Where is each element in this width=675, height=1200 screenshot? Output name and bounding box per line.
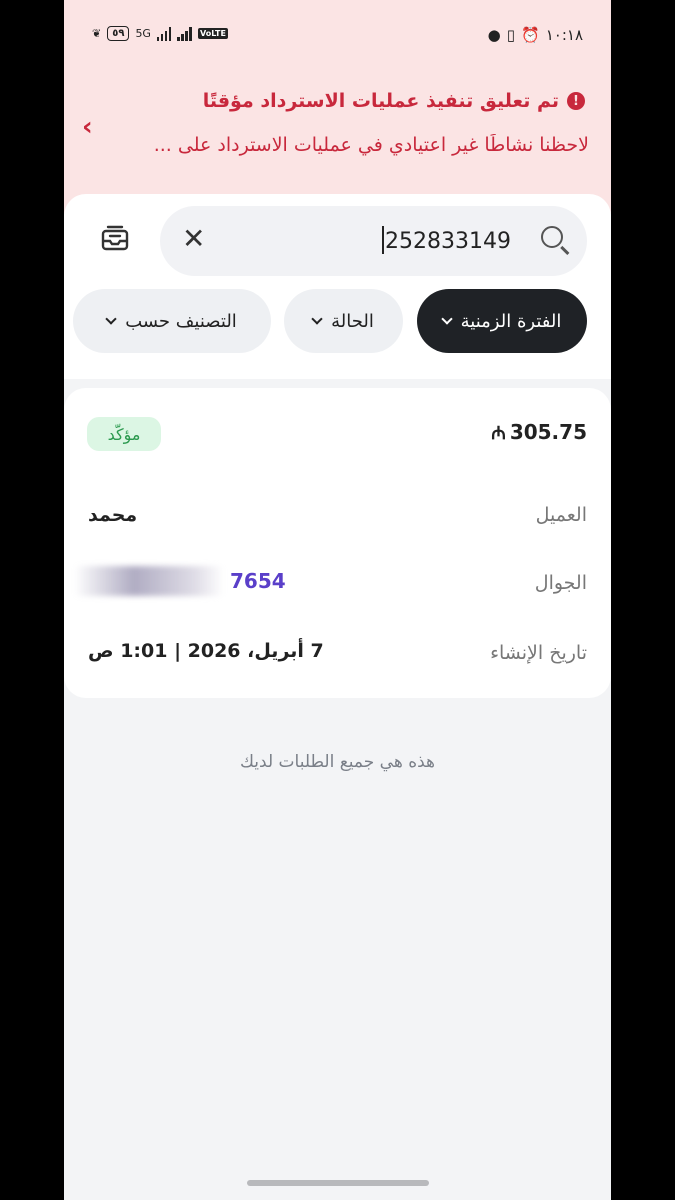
home-indicator[interactable] [247,1180,429,1186]
customer-label: العميل [535,504,587,526]
search-input[interactable]: 252833149 ✕ [160,206,587,276]
chevron-down-icon [311,313,323,325]
signal-icon [156,26,172,41]
search-filter-panel: 252833149 ✕ الفترة الزمنية الحالة التصني… [64,194,611,379]
vibrate-icon: ▯ [506,26,516,44]
network-label: 5G [135,27,151,40]
alarm-icon: ⏰ [521,26,540,44]
search-input-value: 252833149 [382,226,511,254]
chevron-down-icon [105,313,117,325]
order-amount: ₼ 305.75 [491,420,587,445]
chat-icon: ● [487,26,501,44]
chevron-left-icon[interactable]: ‹ [82,112,93,142]
order-amount-value: 305.75 [509,420,587,444]
leaf-icon: ❦ [92,27,102,40]
phone-value-digits: 7654 [230,569,286,593]
battery-indicator: ٥٩ [107,26,130,41]
order-card[interactable]: ₼ 305.75 مؤكّد العميل محمد الجوال 7654 تا… [64,388,611,698]
warning-icon: ! [567,92,585,110]
all-orders-note: هذه هي جميع الطلبات لديك [239,752,435,772]
created-date-label: تاريخ الإنشاء [490,642,587,664]
filter-chip-status[interactable]: الحالة [284,289,403,353]
filter-chip-time-period[interactable]: الفترة الزمنية [417,289,587,353]
redacted-phone-digits [74,566,224,596]
filter-chip-sort-by[interactable]: التصنيف حسب [73,289,271,353]
status-badge: مؤكّد [87,417,161,451]
status-bar-right: ● ▯ ⏰ ١٠:١٨ [488,26,583,44]
inbox-icon[interactable] [100,224,130,254]
filter-chips: الفترة الزمنية الحالة التصنيف حسب [64,289,611,353]
chevron-down-icon [440,313,453,325]
status-bar: ❦ ٥٩ 5G VoLTE ● ▯ ⏰ ١٠:١٨ [64,0,611,74]
banner-title-row: ! تم تعليق تنفيذ عمليات الاسترداد مؤقتًا [203,90,585,112]
created-date-value: 7 أبريل، 2026 | 1:01 ص [88,640,324,662]
phone-value[interactable]: 7654 [74,566,286,596]
riyal-icon: ₼ [491,423,506,444]
clock-time: ١٠:١٨ [545,26,583,44]
volte-badge: VoLTE [197,28,228,39]
phone-label: الجوال [534,572,587,594]
search-icon [541,226,563,248]
customer-value: محمد [88,504,138,526]
refund-suspended-banner[interactable]: ! تم تعليق تنفيذ عمليات الاسترداد مؤقتًا… [64,74,611,214]
phone-screen: ❦ ٥٩ 5G VoLTE ● ▯ ⏰ ١٠:١٨ ! تم تعليق تنف… [64,0,611,1200]
close-icon[interactable]: ✕ [182,224,205,254]
filter-chip-label: الفترة الزمنية [460,310,562,332]
banner-text: لاحظنا نشاطًا غير اعتيادي في عمليات الاس… [153,134,589,156]
banner-title: تم تعليق تنفيذ عمليات الاسترداد مؤقتًا [202,90,559,112]
filter-chip-label: التصنيف حسب [125,310,237,332]
filter-chip-label: الحالة [331,310,374,332]
signal-2-icon [177,26,192,41]
status-bar-left: ❦ ٥٩ 5G VoLTE [92,26,228,41]
